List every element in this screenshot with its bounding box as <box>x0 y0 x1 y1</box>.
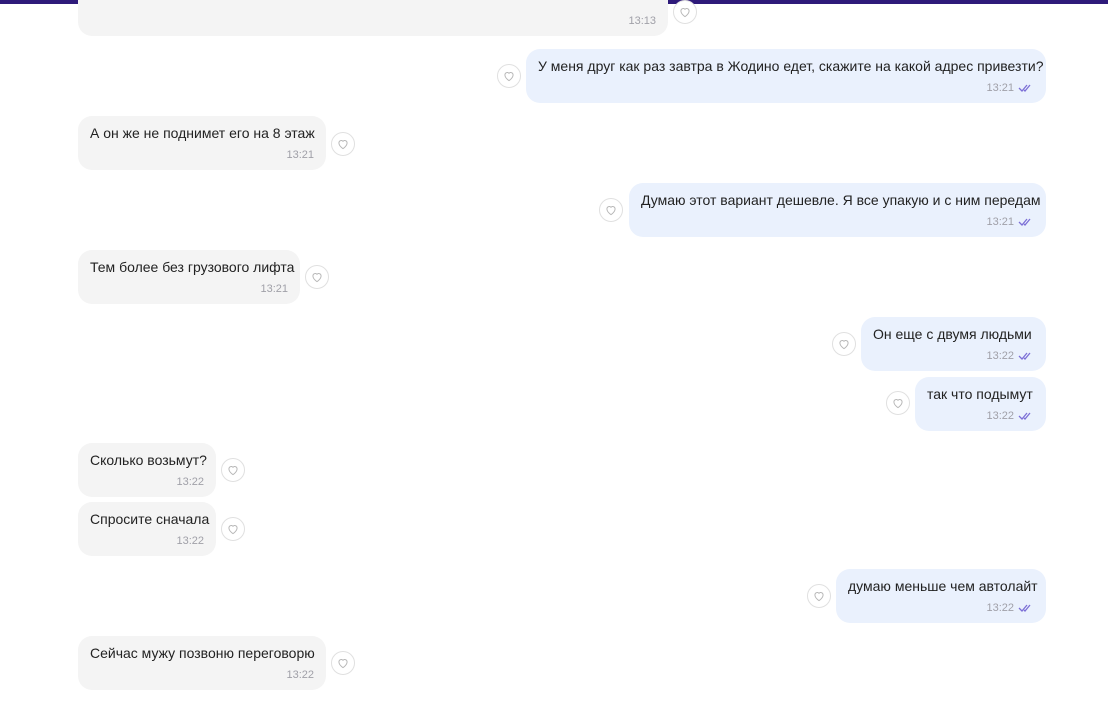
heart-icon[interactable] <box>221 458 245 482</box>
message-text: Он еще с двумя людьми <box>873 326 1032 342</box>
message-time: 13:13 <box>628 15 656 27</box>
message-meta: 13:21 <box>286 146 314 164</box>
double-check-icon <box>1018 218 1031 226</box>
message-text: Тем более без грузового лифта <box>90 259 295 275</box>
message-text: Думаю этот вариант дешевле. Я все упакую… <box>641 192 1041 208</box>
message-time: 13:22 <box>176 476 204 488</box>
message-time: 13:22 <box>986 602 1014 614</box>
message-meta: 13:22 <box>986 347 1034 365</box>
message-meta: 13:22 <box>986 599 1034 617</box>
heart-icon[interactable] <box>331 132 355 156</box>
message-meta: 13:22 <box>986 407 1034 425</box>
double-check-icon <box>1018 84 1031 92</box>
heart-icon[interactable] <box>832 332 856 356</box>
heart-icon[interactable] <box>221 517 245 541</box>
message-time: 13:21 <box>286 149 314 161</box>
message-time: 13:22 <box>986 350 1014 362</box>
chat-messages: 13:13 У меня друг как раз завтра в Жодин… <box>0 0 1108 705</box>
message-time: 13:21 <box>986 216 1014 228</box>
message-meta: 13:22 <box>176 532 204 550</box>
double-check-icon <box>1018 412 1031 420</box>
message-bubble-incoming[interactable]: А он же не поднимет его на 8 этаж 13:21 <box>78 116 326 170</box>
message-text: Спросите сначала <box>90 511 210 527</box>
message-bubble-incoming[interactable]: Сколько возьмут? 13:22 <box>78 443 216 497</box>
heart-icon[interactable] <box>497 64 521 88</box>
message-meta: 13:22 <box>286 666 314 684</box>
heart-icon[interactable] <box>331 651 355 675</box>
message-bubble-outgoing[interactable]: Он еще с двумя людьми 13:22 <box>861 317 1046 371</box>
message-time: 13:21 <box>986 82 1014 94</box>
message-meta: 13:22 <box>176 473 204 491</box>
double-check-icon <box>1018 604 1031 612</box>
message-text: думаю меньше чем автолайт <box>848 578 1038 594</box>
message-meta: 13:13 <box>628 12 656 30</box>
message-text: А он же не поднимет его на 8 этаж <box>90 125 315 141</box>
heart-icon[interactable] <box>305 265 329 289</box>
message-bubble-outgoing[interactable]: думаю меньше чем автолайт 13:22 <box>836 569 1046 623</box>
heart-icon[interactable] <box>673 0 697 24</box>
message-bubble-incoming[interactable]: Спросите сначала 13:22 <box>78 502 216 556</box>
message-meta: 13:21 <box>260 280 288 298</box>
message-bubble-incoming[interactable]: Сейчас мужу позвоню переговорю 13:22 <box>78 636 326 690</box>
message-time: 13:22 <box>986 410 1014 422</box>
message-bubble-outgoing[interactable]: так что подымут 13:22 <box>915 377 1046 431</box>
message-text: У меня друг как раз завтра в Жодино едет… <box>538 58 1044 74</box>
message-time: 13:21 <box>260 283 288 295</box>
message-text: Сколько возьмут? <box>90 452 207 468</box>
message-meta: 13:21 <box>986 213 1034 231</box>
message-text: так что подымут <box>927 386 1033 402</box>
heart-icon[interactable] <box>886 391 910 415</box>
message-time: 13:22 <box>176 535 204 547</box>
message-bubble-outgoing[interactable]: У меня друг как раз завтра в Жодино едет… <box>526 49 1046 103</box>
double-check-icon <box>1018 352 1031 360</box>
message-meta: 13:21 <box>986 79 1034 97</box>
message-bubble-incoming[interactable]: Тем более без грузового лифта 13:21 <box>78 250 300 304</box>
message-bubble-outgoing[interactable]: Думаю этот вариант дешевле. Я все упакую… <box>629 183 1046 237</box>
heart-icon[interactable] <box>599 198 623 222</box>
heart-icon[interactable] <box>807 584 831 608</box>
message-text: Сейчас мужу позвоню переговорю <box>90 645 315 661</box>
message-time: 13:22 <box>286 669 314 681</box>
message-bubble-incoming[interactable]: 13:13 <box>78 0 668 36</box>
